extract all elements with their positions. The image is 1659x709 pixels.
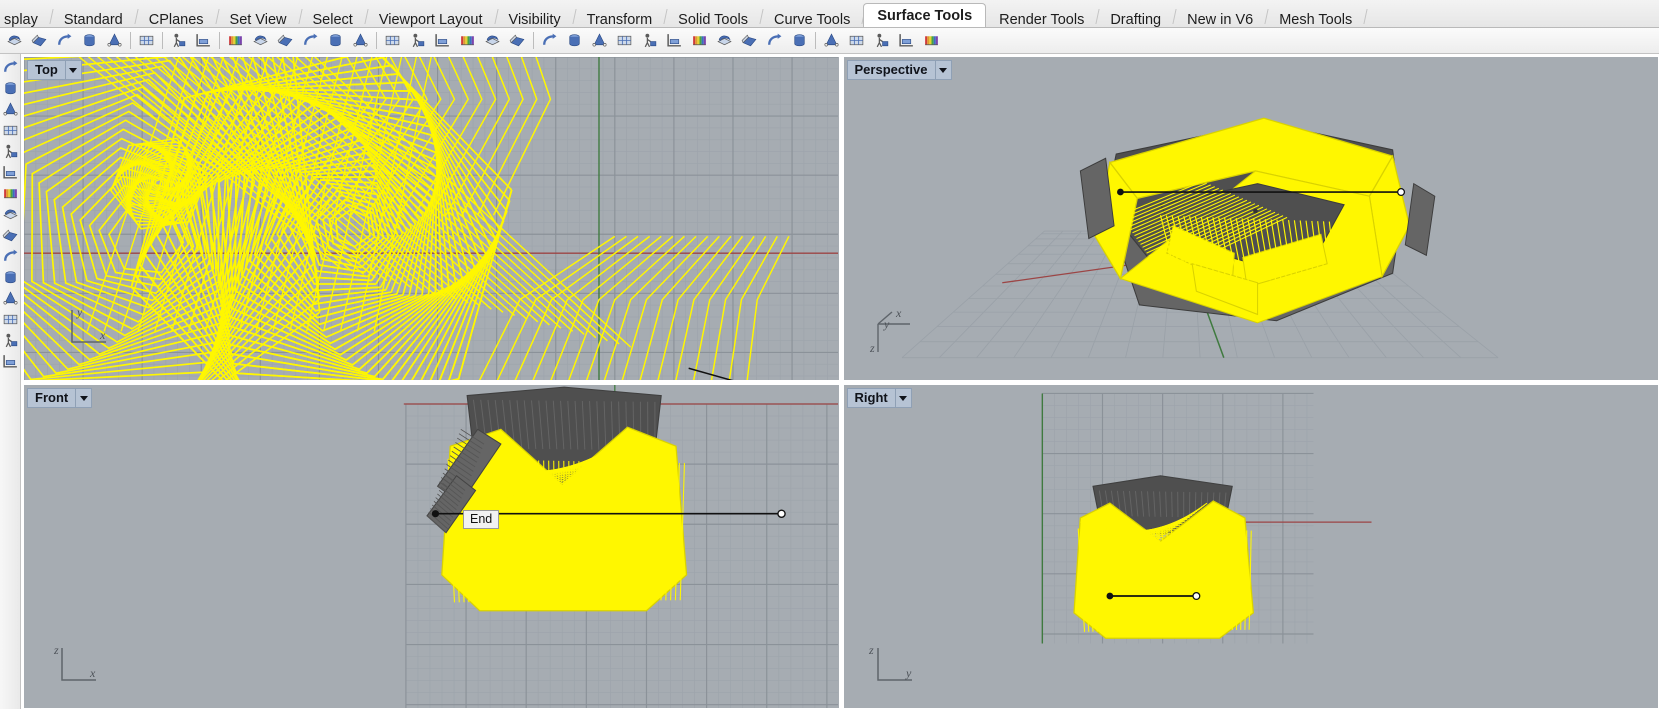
tab-set-view[interactable]: Set View [217,6,300,27]
toolbar-surface-from-planar-curves-icon[interactable] [2,29,27,52]
viewport-top-canvas[interactable] [24,57,838,381]
side-toolbar-extrude-solid-icon[interactable] [1,246,19,267]
toolbar-emap-analysis-icon[interactable] [919,29,944,52]
toolbar-separator [159,31,166,50]
tab-solid-tools[interactable]: Solid Tools [665,6,761,27]
side-toolbar-mesh-primitives-icon[interactable] [1,225,19,246]
side-toolbar-ellipsoid-solid-icon[interactable] [1,288,19,309]
toolbar-mirror-surface-icon[interactable] [762,29,787,52]
tab-select[interactable]: Select [300,6,366,27]
side-toolbar-curve-freeform-icon[interactable] [1,99,19,120]
viewport-grid: Top y x Perspective [21,54,1659,709]
toolbar-blend-surface-icon[interactable] [687,29,712,52]
toolbar-fit-surface-icon[interactable] [430,29,455,52]
toolbar-fillet-surface-icon[interactable] [134,29,159,52]
side-toolbar-arc-circle-icon[interactable] [1,141,19,162]
side-toolbar-solid-tools-icon[interactable] [1,204,19,225]
toolbar-drape-icon[interactable] [323,29,348,52]
viewport-right[interactable]: Right z y [843,384,1659,709]
viewport-perspective[interactable]: Perspective x y z [843,56,1659,381]
tab-transform[interactable]: Transform [574,6,666,27]
tab-standard[interactable]: Standard [51,6,136,27]
viewport-perspective-canvas[interactable] [844,57,1658,381]
viewport-front-title[interactable]: Front [27,388,92,408]
tab-visibility[interactable]: Visibility [496,6,574,27]
left-tool-strip[interactable] [0,54,21,709]
toolbar-separator [373,31,380,50]
viewport-top-menu-chevron-down-icon[interactable] [65,61,81,79]
side-toolbar-surface-plane-icon[interactable] [1,183,19,204]
side-toolbar-mesh-grid-icon[interactable] [1,351,19,372]
toolbar-delete-surface-icon[interactable] [787,29,812,52]
toolbar-zebra-analysis-icon[interactable] [894,29,919,52]
toolbar-surface-offset-icon[interactable] [612,29,637,52]
viewport-front-label: Front [28,389,75,407]
tab-curve-tools[interactable]: Curve Tools [761,6,863,27]
toolbar-surface-from-network-curves-icon[interactable] [77,29,102,52]
viewport-perspective-menu-chevron-down-icon[interactable] [935,61,951,79]
toolbar-control-points-on-icon[interactable] [587,29,612,52]
toolbar-sweep-2-rails-icon[interactable] [248,29,273,52]
toolbar-surface-from-points-icon[interactable] [537,29,562,52]
tab-drafting[interactable]: Drafting [1097,6,1174,27]
toolbar-loft-icon[interactable] [273,29,298,52]
tab-new-in-v6[interactable]: New in V6 [1174,6,1266,27]
toolbar-separator [127,31,134,50]
toolbar-extrude-surface-icon[interactable] [102,29,127,52]
toolbar-degree-surface-icon[interactable] [455,29,480,52]
toolbar-untrim-icon[interactable] [562,29,587,52]
side-toolbar-rectangle-plane-icon[interactable] [1,120,19,141]
viewport-right-label: Right [848,389,895,407]
viewport-perspective-title[interactable]: Perspective [847,60,952,80]
side-toolbar-polyline-icon[interactable] [1,78,19,99]
viewport-top-title[interactable]: Top [27,60,82,80]
surface-tools-toolbar[interactable] [0,28,1659,54]
toolbar-cylinder-surface-icon[interactable] [637,29,662,52]
toolbar-revolve-icon[interactable] [166,29,191,52]
toolbar-separator [530,31,537,50]
toolbar-patch-icon[interactable] [298,29,323,52]
toolbar-surface-from-corner-points-icon[interactable] [27,29,52,52]
osnap-tooltip-end: End [463,510,499,529]
toolbar-separator [812,31,819,50]
toolbar-explode-surface-icon[interactable] [712,29,737,52]
toolbar-surface-from-edge-curves-icon[interactable] [52,29,77,52]
toolbar-box-edit-icon[interactable] [844,29,869,52]
tab-render-tools[interactable]: Render Tools [986,6,1097,27]
side-toolbar-point-object-icon[interactable] [1,57,19,78]
tab-cplanes[interactable]: CPlanes [136,6,217,27]
toolbar-change-degree-icon[interactable] [405,29,430,52]
viewport-right-menu-chevron-down-icon[interactable] [895,389,911,407]
toolbar-curvature-graph-icon[interactable] [869,29,894,52]
menu-tab-bar[interactable]: splayStandardCPlanesSet ViewSelectViewpo… [0,0,1659,28]
viewport-right-title[interactable]: Right [847,388,912,408]
viewport-front[interactable]: Front End z x [23,384,840,709]
toolbar-render-color-icon[interactable] [819,29,844,52]
viewport-top[interactable]: Top y x [23,56,840,381]
toolbar-match-surface-icon[interactable] [480,29,505,52]
side-toolbar-torus-solid-icon[interactable] [1,330,19,351]
toolbar-sweep-1-rail-icon[interactable] [223,29,248,52]
viewport-front-canvas[interactable] [24,385,838,709]
tab-mesh-tools[interactable]: Mesh Tools [1266,6,1365,27]
viewport-right-canvas[interactable] [844,385,1658,709]
side-toolbar-cone-solid-icon[interactable] [1,267,19,288]
toolbar-rebuild-surface-icon[interactable] [380,29,405,52]
toolbar-separator [216,31,223,50]
main-workspace: Top y x Perspective [0,54,1659,709]
toolbar-merge-surface-icon[interactable] [505,29,530,52]
side-toolbar-surface-tools-icon[interactable] [1,162,19,183]
model-right [1073,476,1252,638]
toolbar-rail-revolve-icon[interactable] [191,29,216,52]
viewport-perspective-label: Perspective [848,61,935,79]
toolbar-heightfield-icon[interactable] [348,29,373,52]
viewport-top-label: Top [28,61,65,79]
tab-viewport-layout[interactable]: Viewport Layout [366,6,496,27]
side-toolbar-cylinder-solid-icon[interactable] [1,309,19,330]
viewport-front-menu-chevron-down-icon[interactable] [75,389,91,407]
toolbar-unroll-surface-icon[interactable] [737,29,762,52]
toolbar-cone-surface-icon[interactable] [662,29,687,52]
tab-surface-tools[interactable]: Surface Tools [863,3,986,27]
tab-splay[interactable]: splay [0,6,51,27]
